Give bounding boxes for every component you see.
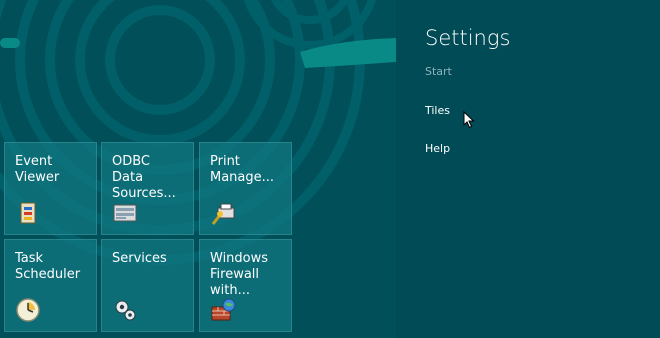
tile-print-management[interactable]: Print Manage... [199, 142, 292, 235]
settings-item-tiles[interactable]: Tiles [425, 104, 450, 117]
settings-title: Settings [425, 26, 511, 50]
tile-odbc-data-sources[interactable]: ODBC Data Sources... [101, 142, 194, 235]
tile-event-viewer[interactable]: Event Viewer [4, 142, 97, 235]
settings-pane: Settings Start Tiles Help [396, 0, 660, 338]
event-viewer-icon [20, 202, 36, 224]
tile-label: Print Manage... [210, 154, 275, 185]
tile-label: Services [112, 251, 167, 266]
settings-context-label: Start [425, 65, 452, 78]
tile-label: Task Scheduler [15, 251, 81, 282]
tile-windows-firewall[interactable]: Windows Firewall with... [199, 239, 292, 332]
task-scheduler-icon [16, 298, 40, 322]
tile-label: Event Viewer [15, 154, 60, 185]
services-gear-icon [115, 300, 136, 321]
odbc-data-sources-icon [113, 204, 137, 222]
windows-firewall-icon [211, 298, 236, 321]
tile-label: Windows Firewall with... [210, 251, 269, 298]
print-management-icon [211, 203, 235, 225]
tile-task-scheduler[interactable]: Task Scheduler [4, 239, 97, 332]
tile-label: ODBC Data Sources... [112, 154, 176, 201]
settings-item-help[interactable]: Help [425, 142, 450, 155]
mouse-cursor-icon [463, 111, 475, 129]
tile-services[interactable]: Services [101, 239, 194, 332]
